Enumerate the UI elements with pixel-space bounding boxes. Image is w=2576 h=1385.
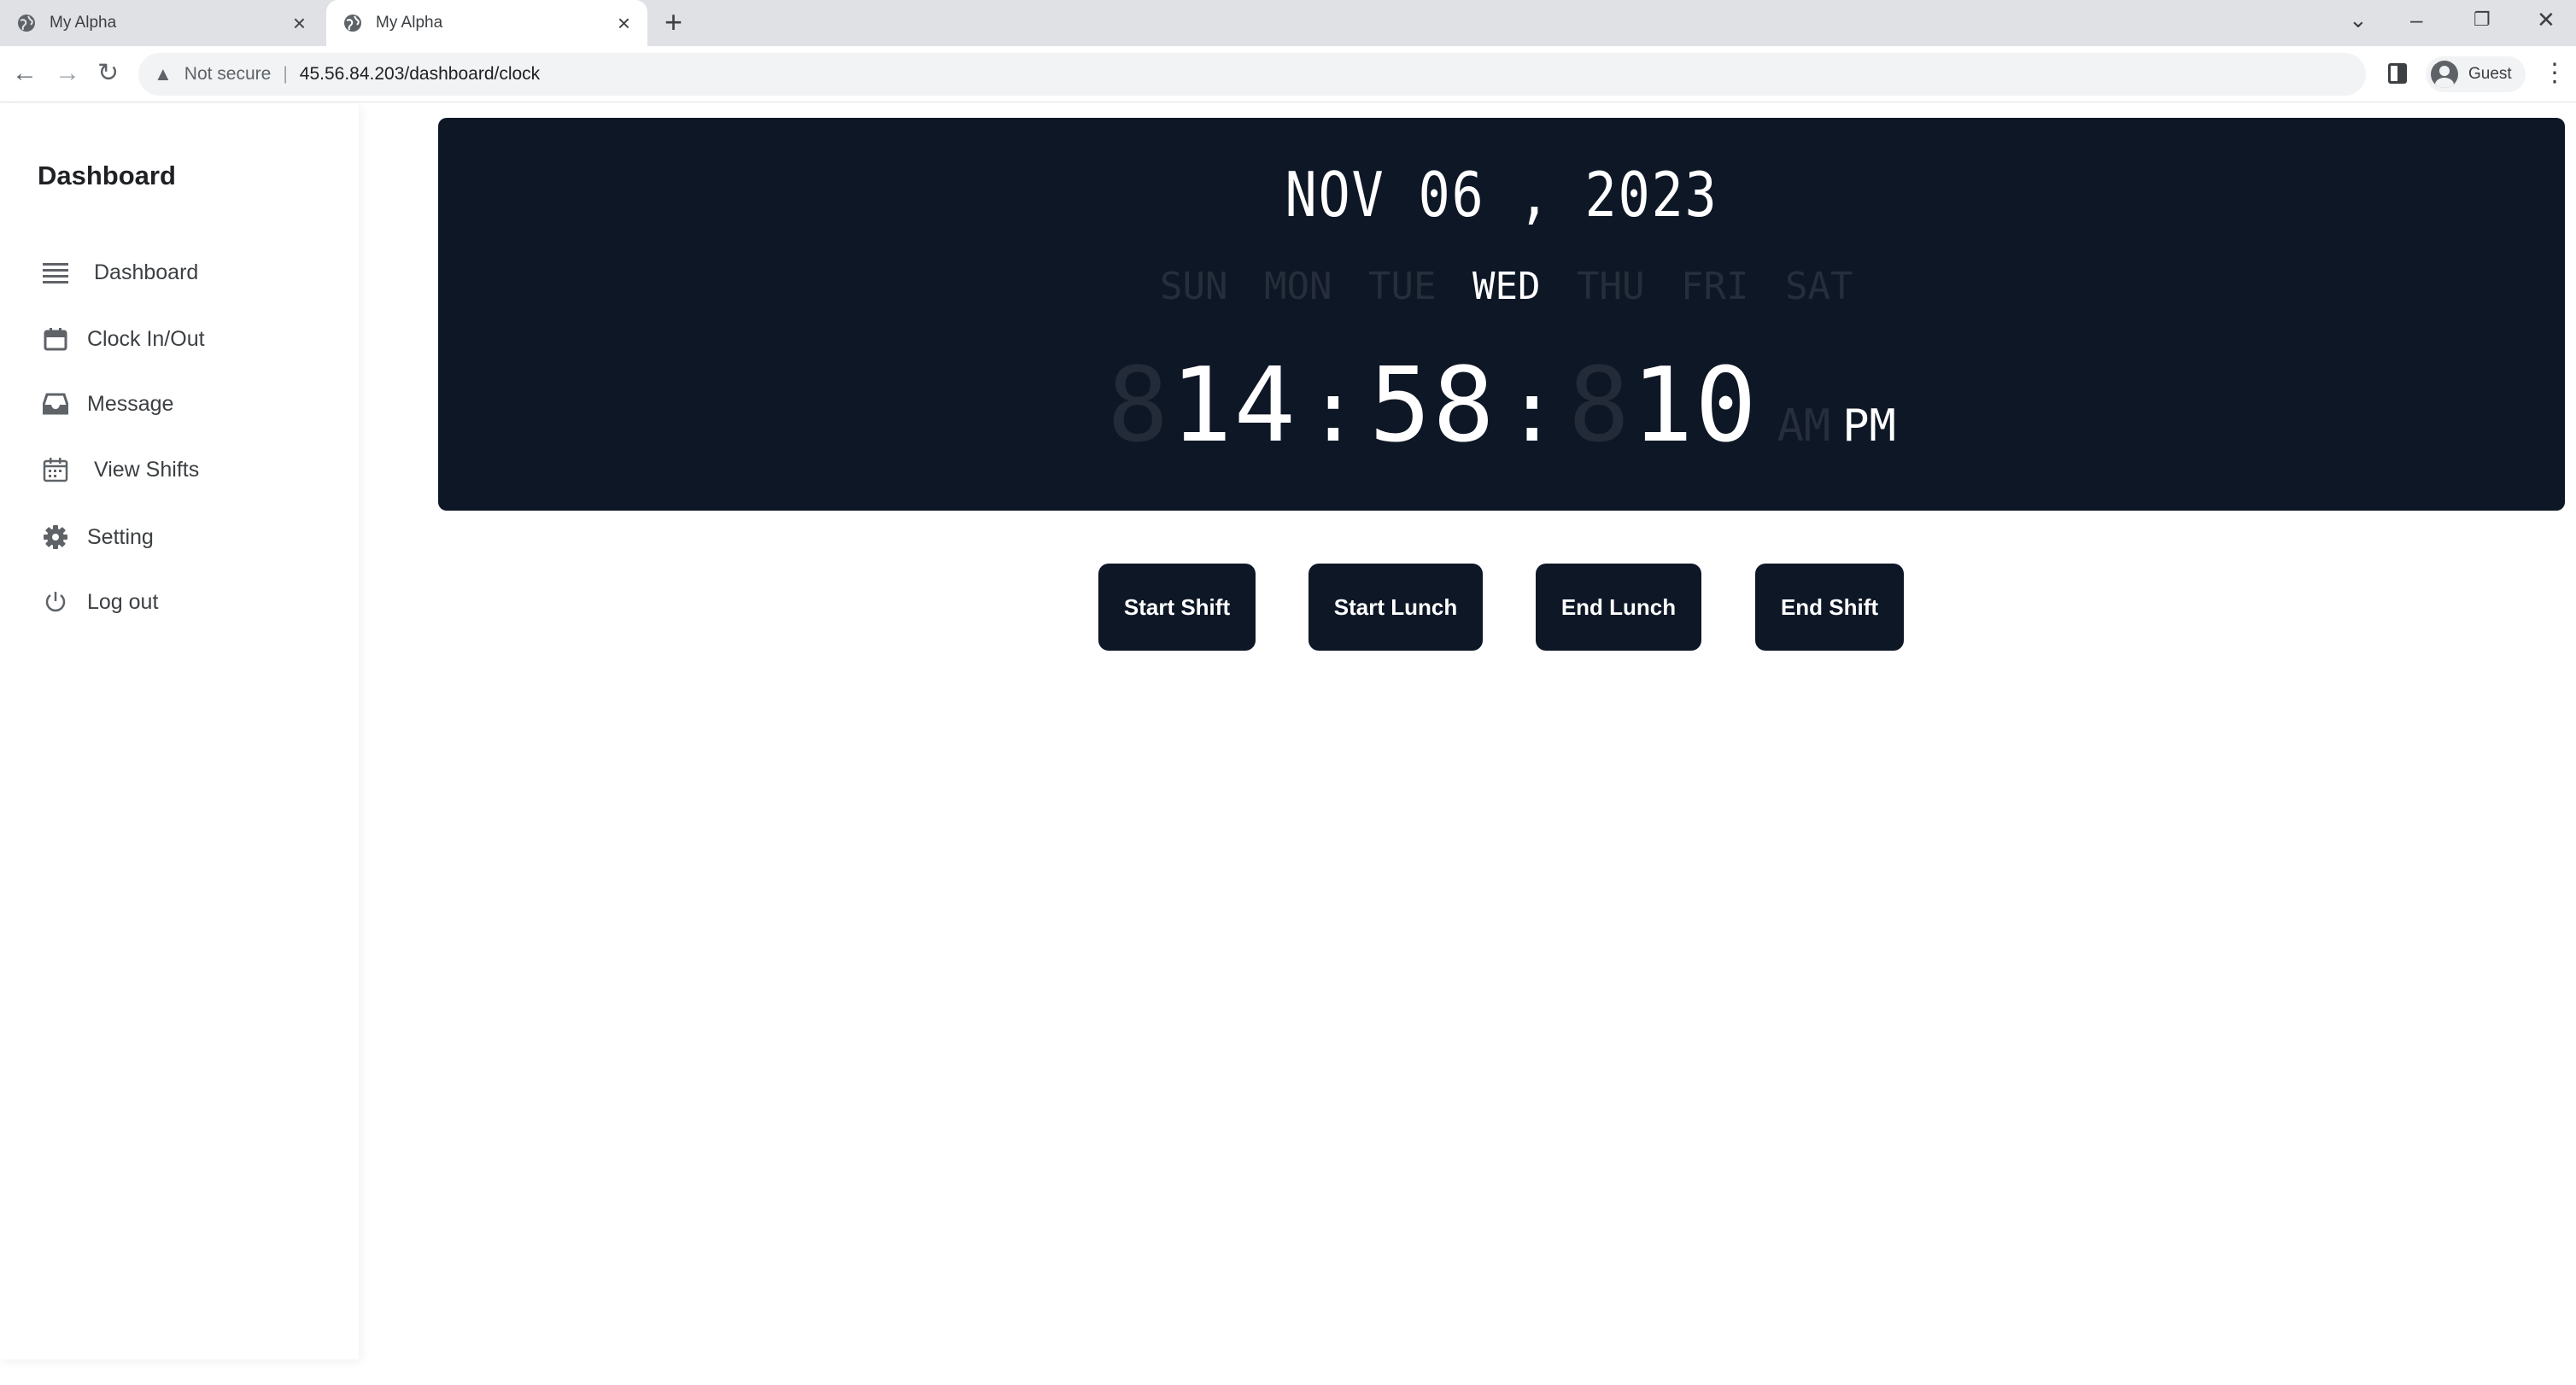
clock-minutes: 58 [1369,347,1496,465]
calendar-grid-icon [41,455,70,484]
browser-tab-active[interactable]: My Alpha × [326,0,647,46]
globe-icon [344,15,361,32]
clock-ghost-digit: 8 [1567,347,1632,465]
profile-button[interactable]: Guest [2426,56,2526,92]
reload-icon[interactable]: ↻ [97,58,119,89]
clock-am-indicator: AM [1777,400,1831,452]
browser-toolbar: ← → ↻ ▲ Not secure | 45.56.84.203/dashbo… [0,46,2576,102]
profile-label: Guest [2468,65,2512,83]
browser-tab[interactable]: My Alpha × [0,0,323,46]
clock-time: 814 : 58 : 810 AM PM [438,347,2565,465]
gear-icon [41,523,70,552]
inbox-icon [41,389,70,418]
weekday-wed: WED [1472,265,1541,308]
security-status[interactable]: Not secure [184,64,272,85]
address-bar[interactable]: ▲ Not secure | 45.56.84.203/dashboard/cl… [138,53,2366,96]
tab-title: My Alpha [376,14,443,32]
power-icon [41,587,70,617]
side-panel-icon[interactable] [2388,63,2407,84]
weekday-sun: SUN [1160,265,1228,308]
sidebar: Dashboard Dashboard Clock In/Out Message… [0,104,359,1359]
close-icon[interactable]: × [618,12,630,34]
weekday-fri: FRI [1681,265,1749,308]
new-tab-icon[interactable]: + [664,7,682,38]
forward-arrow-icon[interactable]: → [55,58,80,89]
sidebar-item-dashboard[interactable]: Dashboard [41,248,331,296]
clock-date: NOV 06 , 2023 [1285,159,1718,231]
list-icon [41,258,70,287]
start-lunch-button[interactable]: Start Lunch [1308,564,1483,651]
weekday-sat: SAT [1785,265,1853,308]
close-icon[interactable]: × [293,12,306,34]
clock-pm-indicator: PM [1842,400,1896,452]
weekday-thu: THU [1577,265,1645,308]
restore-icon[interactable]: ❐ [2474,9,2491,31]
sidebar-item-label: Log out [87,589,159,614]
sidebar-item-log-out[interactable]: Log out [41,578,331,626]
tab-search-chevron-icon[interactable]: ⌄ [2349,7,2368,33]
weekday-mon: MON [1264,265,1332,308]
sidebar-item-clock-in-out[interactable]: Clock In/Out [41,315,331,363]
window-close-icon[interactable]: ✕ [2537,7,2556,33]
weekday-tue: TUE [1368,265,1437,308]
calendar-icon [41,324,70,354]
digital-clock-panel: NOV 06 , 2023 SUN MON TUE WED THU FRI SA… [438,118,2565,511]
end-lunch-button[interactable]: End Lunch [1536,564,1701,651]
clock-hours: 814 [1107,347,1297,465]
tab-title: My Alpha [50,14,117,32]
sidebar-item-label: Dashboard [94,260,199,284]
sidebar-item-view-shifts[interactable]: View Shifts [41,446,331,494]
sidebar-item-label: Setting [87,524,154,549]
sidebar-item-label: View Shifts [94,457,200,482]
minimize-icon[interactable]: – [2410,7,2422,33]
sidebar-item-setting[interactable]: Setting [41,513,331,561]
globe-icon [18,15,35,32]
url-text[interactable]: 45.56.84.203/dashboard/clock [300,64,540,85]
clock-ghost-digit: 8 [1107,347,1171,465]
clock-seconds: 810 [1567,347,1759,465]
more-menu-icon[interactable]: ⋮ [2542,58,2567,89]
sidebar-item-label: Message [87,391,174,416]
warning-icon[interactable]: ▲ [154,63,173,85]
start-shift-button[interactable]: Start Shift [1098,564,1256,651]
weekday-row: SUN MON TUE WED THU FRI SAT [438,265,2565,308]
back-arrow-icon[interactable]: ← [12,58,38,89]
browser-tab-bar: My Alpha × My Alpha × + ⌄ – ❐ ✕ [0,0,2576,46]
sidebar-item-message[interactable]: Message [41,380,331,428]
clock-colon: : [1307,361,1360,461]
clock-colon: : [1506,361,1558,461]
end-shift-button[interactable]: End Shift [1755,564,1904,651]
avatar-icon [2431,61,2458,88]
sidebar-item-label: Clock In/Out [87,326,205,351]
sidebar-title: Dashboard [38,161,176,190]
address-separator: | [283,64,288,84]
